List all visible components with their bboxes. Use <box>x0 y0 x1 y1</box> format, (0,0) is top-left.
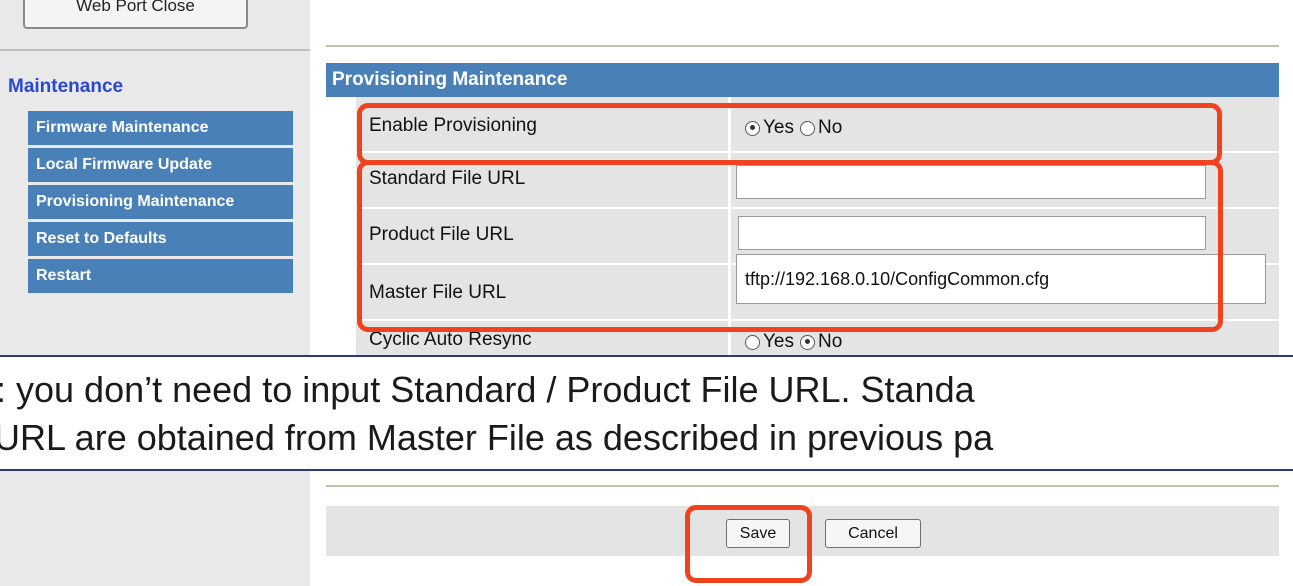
row-enable-provisioning: Enable Provisioning Yes No <box>326 97 1279 151</box>
panel-title: Provisioning Maintenance <box>326 63 1279 97</box>
label-cell: Master File URL <box>356 265 728 319</box>
sidebar-item-firmware-maintenance[interactable]: Firmware Maintenance <box>28 111 293 145</box>
enable-provisioning-radio-group: Yes No <box>745 117 848 139</box>
enable-provisioning-no-radio[interactable] <box>800 120 815 136</box>
cyclic-resync-no-radio[interactable] <box>800 334 815 350</box>
enable-provisioning-label: Enable Provisioning <box>369 115 537 136</box>
button-bar <box>326 506 1279 556</box>
product-file-url-label: Product File URL <box>369 224 514 245</box>
annotation-note: t: you don’t need to input Standard / Pr… <box>0 355 1293 471</box>
standard-file-url-input[interactable] <box>736 165 1206 199</box>
master-file-url-input[interactable] <box>736 254 1266 304</box>
sidebar-item-reset-to-defaults[interactable]: Reset to Defaults <box>28 222 293 256</box>
cyclic-resync-yes-label: Yes <box>763 331 794 352</box>
sidebar-divider <box>0 49 310 51</box>
value-cell: Yes No <box>731 97 1279 151</box>
sidebar-heading-maintenance: Maintenance <box>8 76 124 97</box>
sidebar-item-restart[interactable]: Restart <box>28 259 293 293</box>
sidebar-bottom <box>0 471 310 586</box>
enable-provisioning-yes-label: Yes <box>763 117 794 138</box>
save-button[interactable]: Save <box>726 519 790 548</box>
sidebar-item-local-firmware-update[interactable]: Local Firmware Update <box>28 148 293 182</box>
note-line-1: t: you don’t need to input Standard / Pr… <box>0 369 975 410</box>
standard-file-url-label: Standard File URL <box>369 168 526 189</box>
sidebar-nav: Firmware Maintenance Local Firmware Upda… <box>28 111 293 296</box>
top-divider <box>326 45 1279 47</box>
label-cell: Product File URL <box>356 209 728 263</box>
cyclic-resync-radio-group: Yes No <box>745 331 848 353</box>
label-cell: Enable Provisioning <box>356 97 728 151</box>
bottom-divider <box>326 485 1279 487</box>
enable-provisioning-yes-radio[interactable] <box>745 120 760 136</box>
page: Web Port Close Maintenance Firmware Main… <box>0 0 1293 586</box>
cyclic-auto-resync-label: Cyclic Auto Resync <box>369 329 532 350</box>
cancel-button[interactable]: Cancel <box>825 519 921 548</box>
cyclic-resync-yes-radio[interactable] <box>745 334 760 350</box>
label-cell: Standard File URL <box>356 153 728 207</box>
sidebar-item-provisioning-maintenance[interactable]: Provisioning Maintenance <box>28 185 293 219</box>
enable-provisioning-no-label: No <box>818 117 843 138</box>
note-line-2: URL are obtained from Master File as des… <box>0 417 994 458</box>
product-file-url-input[interactable] <box>738 216 1206 250</box>
web-port-close-button[interactable]: Web Port Close <box>23 0 248 29</box>
cyclic-resync-no-label: No <box>818 331 843 352</box>
master-file-url-label: Master File URL <box>369 282 507 303</box>
